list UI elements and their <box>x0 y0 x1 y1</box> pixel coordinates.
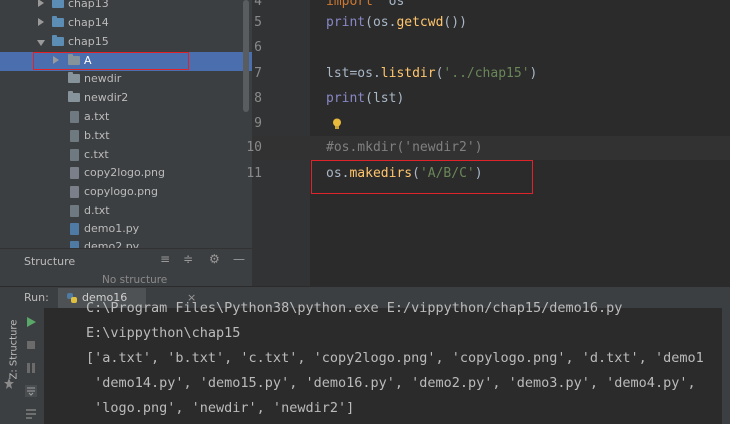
run-tools-column <box>18 308 45 424</box>
line-number: 7 <box>254 66 262 81</box>
code-line[interactable]: #os.mkdir('newdir2') <box>326 140 483 155</box>
console-scrollbar[interactable] <box>722 308 730 424</box>
gear-icon[interactable]: ⚙ <box>209 252 220 266</box>
line-number: 10 <box>246 140 262 155</box>
tree-item-label: demo2.py <box>84 240 140 248</box>
python-file-icon <box>70 241 79 248</box>
folder-icon <box>68 72 80 83</box>
tree-item-label: copy2logo.png <box>84 166 166 179</box>
tree-item-label: chap13 <box>68 0 109 10</box>
structure-panel: Structure ≡ ≑ ⚙ — No structure <box>0 248 252 287</box>
tree-item-label: c.txt <box>84 148 109 161</box>
text-file-icon <box>70 111 79 123</box>
tree-item-chap15[interactable]: chap15 <box>0 33 252 52</box>
annotation-box-tree <box>33 52 189 70</box>
python-file-icon <box>70 223 79 235</box>
line-number: 11 <box>246 166 262 181</box>
tree-item-chap13[interactable]: chap13 <box>0 0 252 14</box>
tree-item-label: copylogo.png <box>84 185 159 198</box>
tree-item-a-txt[interactable]: a.txt <box>0 108 252 127</box>
tree-item-newdir[interactable]: newdir <box>0 70 252 89</box>
tree-item-chap14[interactable]: chap14 <box>0 14 252 33</box>
project-tree: chap13 chap14 chap15 A newdir newdir2 a.… <box>0 0 252 248</box>
tree-item-label: newdir2 <box>84 91 129 104</box>
tree-item-b-txt[interactable]: b.txt <box>0 127 252 146</box>
console-line: E:\vippython\chap15 <box>86 325 241 341</box>
tree-item-label: a.txt <box>84 110 110 123</box>
tree-item-label: d.txt <box>84 204 110 217</box>
tree-item-d-txt[interactable]: d.txt <box>0 202 252 221</box>
run-label: Run: <box>24 291 49 304</box>
annotation-box-code <box>311 160 533 194</box>
pause-icon[interactable] <box>24 361 38 375</box>
structure-title: Structure <box>24 255 76 268</box>
empty-structure-text: No structure <box>102 274 168 286</box>
lightbulb-icon[interactable] <box>332 118 342 130</box>
expand-arrow-icon[interactable] <box>38 0 44 7</box>
text-file-icon <box>70 130 79 142</box>
tree-item-c-txt[interactable]: c.txt <box>0 146 252 165</box>
tree-item-label: newdir <box>84 72 122 85</box>
tree-item-label: b.txt <box>84 129 110 142</box>
folder-icon <box>52 35 64 46</box>
current-line-highlight <box>252 136 730 160</box>
scroll-to-end-icon[interactable] <box>24 384 38 398</box>
console-line: 'demo14.py', 'demo15.py', 'demo16.py', '… <box>86 375 696 391</box>
code-line[interactable]: import os <box>326 0 404 9</box>
line-number: 4 <box>254 0 262 9</box>
sort-icon[interactable]: ≡ <box>160 252 170 266</box>
folder-icon <box>52 0 64 8</box>
tree-item-demo2[interactable]: demo2.py <box>0 238 252 248</box>
folder-icon <box>68 91 80 102</box>
code-line[interactable]: print(lst) <box>326 91 404 106</box>
console-line: ['a.txt', 'b.txt', 'c.txt', 'copy2logo.p… <box>86 350 704 366</box>
tree-item-label: chap14 <box>68 16 109 29</box>
tree-item-label: demo1.py <box>84 222 140 235</box>
folder-icon <box>52 16 64 27</box>
line-number: 8 <box>254 91 262 106</box>
tree-item-copylogo[interactable]: copylogo.png <box>0 183 252 202</box>
stop-icon[interactable] <box>24 338 38 352</box>
image-file-icon <box>70 186 79 198</box>
rerun-icon[interactable] <box>24 315 38 329</box>
line-number: 6 <box>254 40 262 55</box>
tree-item-newdir2[interactable]: newdir2 <box>0 89 252 108</box>
image-file-icon <box>70 167 79 179</box>
tree-item-demo1[interactable]: demo1.py <box>0 220 252 239</box>
line-number: 9 <box>254 116 262 131</box>
collapse-arrow-icon[interactable] <box>37 40 45 46</box>
console-line: 'logo.png', 'newdir', 'newdir2'] <box>86 400 355 416</box>
code-line[interactable]: print(os.getcwd()) <box>326 15 467 30</box>
line-number: 5 <box>254 15 262 30</box>
text-file-icon <box>70 149 79 161</box>
minimize-icon[interactable]: — <box>233 252 245 266</box>
collapse-icon[interactable]: ≑ <box>183 252 193 266</box>
python-icon <box>67 293 77 303</box>
expand-arrow-icon[interactable] <box>38 18 44 26</box>
console-line: C:\Program Files\Python38\python.exe E:/… <box>86 300 623 316</box>
soft-wrap-icon[interactable] <box>24 407 38 421</box>
code-line[interactable]: lst=os.listdir('../chap15') <box>326 66 537 81</box>
tree-item-copy2logo[interactable]: copy2logo.png <box>0 164 252 183</box>
text-file-icon <box>70 205 79 217</box>
tree-item-label: chap15 <box>68 35 109 48</box>
favorites-star-icon[interactable] <box>4 378 14 390</box>
